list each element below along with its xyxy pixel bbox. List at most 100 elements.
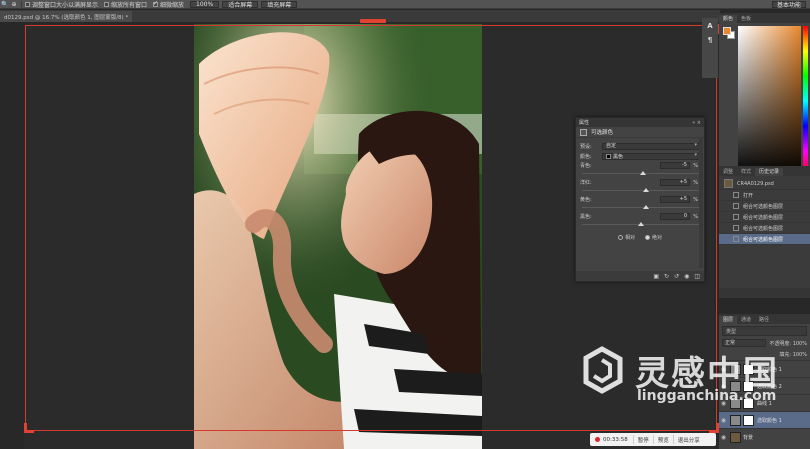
- history-item[interactable]: 组合可选颜色图层: [719, 223, 810, 234]
- scrubby-zoom-checkbox[interactable]: 细微缩放: [153, 0, 184, 9]
- history-item[interactable]: 组合可选颜色图层: [719, 212, 810, 223]
- slider-value-field[interactable]: -5: [660, 162, 690, 169]
- slider-track[interactable]: [582, 204, 699, 211]
- history-step-icon: [733, 225, 739, 231]
- fill-field[interactable]: 填充: 100%: [779, 351, 807, 358]
- slider-knob[interactable]: [639, 171, 646, 175]
- tab-adjustments[interactable]: 调整: [719, 168, 737, 176]
- crop-top-handle[interactable]: [360, 19, 386, 23]
- zoom-mode-icon[interactable]: ⊕: [10, 1, 18, 8]
- recording-time: 00:33:58: [603, 436, 628, 443]
- slider-value-field[interactable]: 0: [660, 213, 690, 220]
- panel-collapse-icon[interactable]: « ×: [692, 120, 701, 126]
- hue-slider[interactable]: [803, 26, 808, 176]
- layers-panel-tabs: 图层 通道 路径: [719, 314, 810, 324]
- color-swatch-icon: [606, 153, 611, 159]
- workspace-switcher[interactable]: 基本功能: [771, 1, 806, 9]
- layer-visibility-eye-icon[interactable]: ◉: [719, 434, 728, 441]
- layer-thumbnail: [730, 380, 741, 392]
- tab-channels[interactable]: 通道: [737, 316, 755, 324]
- layer-mask-thumbnail[interactable]: [743, 380, 754, 392]
- radio-dot[interactable]: [645, 235, 650, 240]
- layer-row[interactable]: ◉ 背景: [719, 428, 810, 445]
- opacity-field[interactable]: 不透明度: 100%: [769, 340, 807, 347]
- right-tool-strip: A ¶: [702, 18, 718, 78]
- delete-trash-icon[interactable]: ◫: [694, 273, 700, 280]
- slider-track[interactable]: [582, 221, 699, 228]
- tab-styles[interactable]: 样式: [737, 168, 755, 176]
- foreground-color-swatch[interactable]: [723, 27, 731, 35]
- radio-dot[interactable]: [617, 235, 623, 240]
- recording-toolbar: 00:33:58 暂停 预览 退出分享: [590, 433, 716, 446]
- crop-corner-bottom-right[interactable]: [709, 423, 719, 433]
- slider-label: 黄色:: [580, 197, 592, 203]
- tab-color[interactable]: 颜色: [719, 15, 738, 23]
- layer-visibility-eye-icon[interactable]: ◉: [719, 417, 728, 424]
- colors-select[interactable]: 黑色: [602, 152, 700, 160]
- layer-row[interactable]: ◉ 选取颜色 1: [719, 411, 810, 428]
- checkbox-box[interactable]: [153, 0, 158, 7]
- history-item[interactable]: 组合可选颜色图层: [719, 234, 810, 245]
- preview-button[interactable]: 预览: [652, 435, 673, 444]
- crop-corner-bottom-left[interactable]: [24, 423, 34, 433]
- layer-visibility-eye-icon[interactable]: ◉: [719, 366, 728, 373]
- document-tab-bar: d0129.psd @ 16.7% (选取颜色 1, 图层蒙版/8) *: [0, 10, 720, 23]
- tab-history[interactable]: 历史记录: [755, 168, 784, 176]
- fill-screen-button[interactable]: 填充屏幕: [261, 0, 298, 9]
- slider-knob[interactable]: [637, 222, 644, 226]
- preset-select[interactable]: 自定: [602, 142, 700, 150]
- tab-swatches[interactable]: 色板: [737, 15, 755, 23]
- record-indicator-icon: [595, 437, 600, 442]
- exit-share-button[interactable]: 退出分享: [672, 435, 704, 444]
- layer-row[interactable]: ◉ 选取颜色 2: [719, 377, 810, 394]
- document-tab[interactable]: d0129.psd @ 16.7% (选取颜色 1, 图层蒙版/8) *: [0, 11, 133, 22]
- fit-screen-button[interactable]: 适合屏幕: [222, 0, 259, 9]
- layer-mask-thumbnail[interactable]: [743, 397, 754, 409]
- history-step-icon: [733, 203, 739, 209]
- foreground-background-swatch[interactable]: [723, 27, 735, 39]
- color-picker-field[interactable]: [738, 26, 801, 176]
- checkbox-box[interactable]: [104, 1, 110, 7]
- checkbox-box[interactable]: [25, 1, 30, 7]
- radio-relative[interactable]: 相对: [617, 234, 635, 241]
- pause-button[interactable]: 暂停: [632, 435, 653, 444]
- resize-windows-checkbox[interactable]: 调整窗口大小以满屏显示: [25, 0, 98, 9]
- history-item-label: 组合可选颜色图层: [743, 203, 784, 210]
- properties-title: 可选颜色: [576, 127, 704, 138]
- history-item[interactable]: 打开: [719, 190, 810, 201]
- properties-scrollbar[interactable]: [699, 138, 703, 268]
- slider-track[interactable]: [582, 187, 699, 194]
- character-panel-icon[interactable]: A: [703, 20, 717, 32]
- blend-mode-select[interactable]: 正常: [722, 339, 766, 347]
- visibility-eye-icon[interactable]: ◉: [684, 273, 689, 280]
- zoom-all-checkbox[interactable]: 缩放所有窗口: [104, 0, 147, 9]
- layer-mask-thumbnail[interactable]: [743, 363, 754, 375]
- layer-row[interactable]: ◉ 曲线 1: [719, 394, 810, 411]
- slider-track[interactable]: [582, 170, 699, 177]
- resize-windows-label: 调整窗口大小以满屏显示: [32, 1, 99, 9]
- history-item[interactable]: 组合可选颜色图层: [719, 201, 810, 212]
- snapshot-label: CR4A0129.psd: [737, 180, 774, 187]
- zoom-100-button[interactable]: 100%: [190, 0, 220, 8]
- layer-mask-thumbnail[interactable]: [743, 414, 754, 426]
- layer-visibility-eye-icon[interactable]: ◉: [719, 383, 728, 390]
- layer-thumbnail: [730, 414, 741, 426]
- paragraph-panel-icon[interactable]: ¶: [703, 34, 717, 46]
- tab-layers[interactable]: 图层: [719, 316, 738, 324]
- layer-row[interactable]: ◉ 选取颜色 1: [719, 360, 810, 377]
- radio-absolute[interactable]: 绝对: [645, 234, 662, 241]
- slider-value-field[interactable]: +5: [660, 179, 690, 186]
- document-image[interactable]: [194, 24, 482, 449]
- tab-paths[interactable]: 路径: [755, 316, 773, 324]
- reset-icon[interactable]: ↺: [674, 273, 679, 280]
- view-previous-icon[interactable]: ↻: [664, 273, 669, 280]
- history-snapshot[interactable]: CR4A0129.psd: [719, 178, 810, 190]
- slider-value-field[interactable]: +5: [660, 196, 690, 203]
- layer-visibility-eye-icon[interactable]: ◉: [719, 400, 728, 407]
- layer-filter-select[interactable]: 类型: [722, 326, 807, 336]
- layer-name: 曲线 1: [757, 400, 772, 407]
- slider-knob[interactable]: [643, 205, 650, 209]
- clip-to-layer-icon[interactable]: ▣: [653, 273, 659, 280]
- zoom-tool-icon[interactable]: 🔍: [1, 1, 9, 8]
- slider-knob[interactable]: [643, 188, 650, 192]
